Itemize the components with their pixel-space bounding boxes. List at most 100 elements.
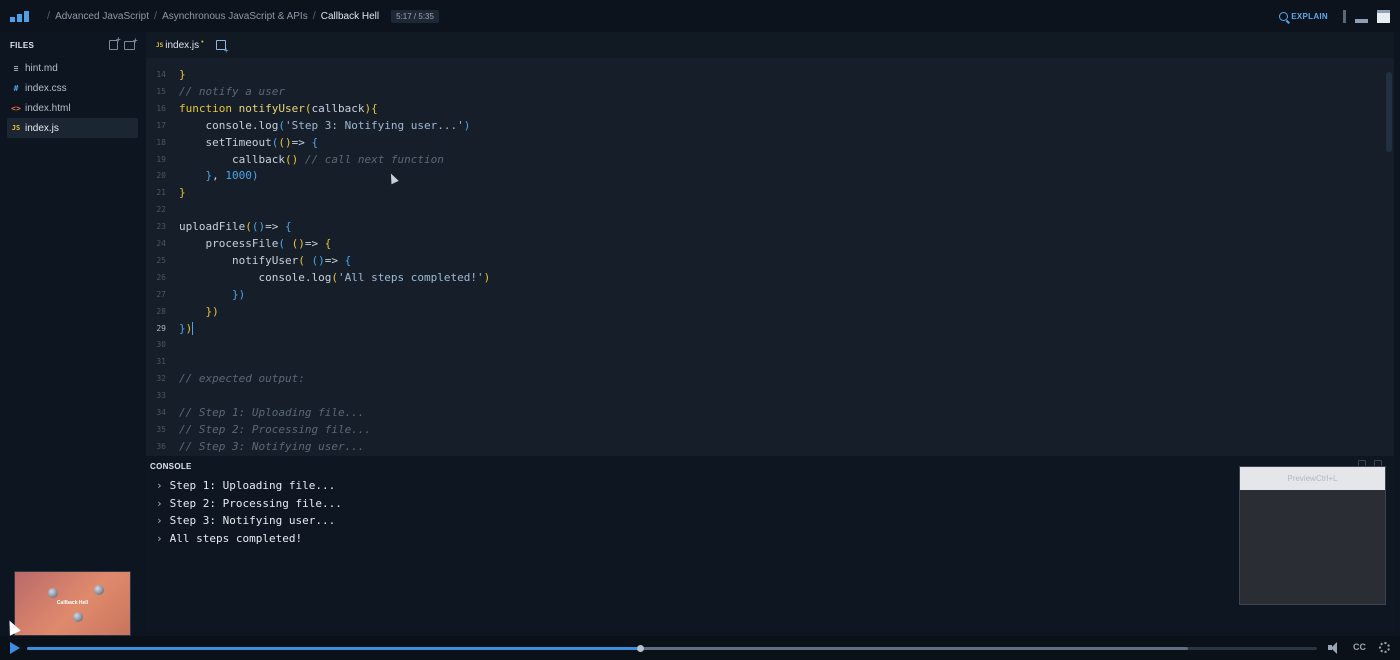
console-line: › Step 2: Processing file... [156, 495, 342, 512]
line-number: 37 [146, 455, 166, 456]
editor-scrollbar[interactable] [1386, 72, 1392, 452]
preview-panel[interactable]: PreviewCtrl+L [1239, 466, 1386, 605]
css-icon: # [13, 83, 19, 93]
editor-tab-bar: JS index.js • [146, 32, 1394, 58]
files-header: FILES [0, 32, 145, 58]
logo-icon[interactable] [10, 10, 32, 22]
code-text: } [179, 68, 186, 81]
html-icon: <> [11, 103, 21, 113]
preview-label[interactable]: PreviewCtrl+L [1240, 467, 1385, 490]
code-line[interactable]: 37// All steps completed! [146, 455, 166, 456]
code-text: console.log('Step 3: Notifying user...') [179, 118, 471, 132]
chevron-right-icon: › [156, 531, 163, 545]
line-number: 30 [156, 340, 166, 350]
code-line[interactable]: 33 [146, 387, 166, 404]
console-line-text: Step 3: Notifying user... [169, 514, 336, 527]
code-line[interactable]: 29}) [146, 320, 194, 337]
breadcrumb-module[interactable]: Asynchronous JavaScript & APIs [162, 11, 308, 22]
code-line[interactable]: 28 }) [146, 303, 218, 320]
code-line[interactable]: 35 // Step 2: Processing file... [146, 421, 371, 438]
line-number: 20 [156, 171, 166, 181]
progress-handle[interactable] [636, 645, 644, 652]
code-text: // All steps completed! [179, 455, 331, 456]
console-title: CONSOLE [150, 461, 192, 471]
console-line: › Step 1: Uploading file... [156, 477, 335, 494]
code-line[interactable]: 24 processFile( ()=> { [146, 235, 331, 252]
file-item-hint-md[interactable]: ≡ hint.md [7, 58, 138, 78]
console-line-text: Step 1: Uploading file... [169, 479, 336, 492]
breadcrumb-course[interactable]: Advanced JavaScript [55, 11, 149, 22]
files-title: FILES [10, 40, 35, 50]
search-icon [1279, 11, 1289, 21]
markdown-icon: ≡ [13, 63, 19, 73]
code-line[interactable]: 14} [146, 66, 185, 83]
console-line: › Step 3: Notifying user... [156, 512, 335, 529]
captions-button[interactable]: CC [1353, 642, 1366, 652]
layout-split-icon[interactable] [1355, 10, 1368, 23]
console-line-text: Step 2: Processing file... [169, 496, 342, 510]
file-item-index-html[interactable]: <> index.html [7, 98, 138, 118]
code-line[interactable]: 21} [146, 184, 185, 201]
code-line[interactable]: 32 // expected output: [146, 370, 304, 387]
explain-button[interactable]: EXPLAIN [1279, 11, 1328, 21]
line-number: 36 [156, 441, 166, 451]
code-line[interactable]: 16 function notifyUser(callback){ [146, 100, 377, 117]
volume-icon[interactable] [1328, 642, 1340, 654]
explain-label: EXPLAIN [1291, 11, 1328, 21]
code-line[interactable]: 22 [146, 201, 166, 218]
line-number: 22 [156, 205, 166, 215]
layout-sidebar-icon[interactable] [1343, 9, 1346, 23]
line-number: 32 [156, 374, 166, 384]
code-text: } [179, 186, 186, 200]
tab-index-js[interactable]: JS index.js • [152, 32, 208, 58]
file-name: index.js [25, 122, 59, 134]
add-file-icon[interactable] [215, 40, 229, 55]
line-number: 29 [156, 323, 166, 333]
new-file-icon[interactable] [109, 35, 121, 50]
unsaved-indicator: • [201, 38, 204, 46]
code-line[interactable]: 27 }) [146, 286, 245, 303]
code-text: // notify a user [179, 84, 285, 98]
code-area[interactable]: 14} 15 // notify a user 16 function notifyUs… [146, 58, 1394, 456]
video-thumbnail[interactable]: Callback Hell [14, 571, 131, 636]
file-item-index-js[interactable]: JS index.js [7, 118, 138, 138]
code-line[interactable]: 19 callback() // call next function [146, 151, 444, 168]
app-window: / Advanced JavaScript / Asynchronous Jav… [0, 0, 1400, 660]
chevron-right-icon: › [156, 479, 163, 492]
js-icon: JS [11, 124, 21, 132]
code-text: console.log('All steps completed!') [179, 270, 491, 284]
new-folder-icon[interactable] [124, 36, 138, 50]
line-number: 14 [156, 70, 166, 79]
top-bar: / Advanced JavaScript / Asynchronous Jav… [0, 0, 1400, 32]
line-number: 19 [156, 154, 166, 164]
code-text: }) [179, 287, 246, 301]
code-line[interactable]: 17 console.log('Step 3: Notifying user..… [146, 117, 470, 134]
text-caret [192, 322, 194, 335]
code-line[interactable]: 18 setTimeout(()=> { [146, 134, 318, 151]
breadcrumb-lesson: Callback Hell [320, 10, 380, 22]
tab-filename: index.js [165, 39, 200, 51]
chevron-right-icon: › [156, 514, 163, 527]
code-line[interactable]: 25 notifyUser( ()=> { [146, 252, 351, 269]
play-icon[interactable] [10, 642, 20, 654]
layout-full-icon[interactable] [1377, 9, 1390, 23]
file-item-index-css[interactable]: # index.css [7, 78, 138, 98]
code-line[interactable]: 23 uploadFile(()=> { [146, 218, 291, 235]
code-line[interactable]: 31 [146, 353, 166, 370]
code-line[interactable]: 15 // notify a user [146, 83, 285, 100]
line-number: 34 [156, 408, 166, 417]
file-name: hint.md [25, 62, 58, 74]
file-name: index.html [25, 102, 71, 114]
line-number: 16 [156, 103, 166, 113]
code-text: }, 1000) [179, 169, 259, 183]
code-line[interactable]: 34 // Step 1: Uploading file... [146, 404, 364, 421]
gear-icon[interactable] [1379, 642, 1390, 653]
code-line[interactable]: 20 }, 1000) [146, 167, 258, 184]
code-line[interactable]: 36 // Step 3: Notifying user... [146, 438, 364, 455]
code-line[interactable]: 26 console.log('All steps completed!') [146, 269, 490, 286]
code-line[interactable]: 30 [146, 336, 166, 353]
file-list: ≡ hint.md # index.css <> index.html JS index.js [0, 58, 145, 138]
line-number: 24 [156, 239, 166, 248]
progress-track[interactable] [27, 645, 1317, 652]
code-text: callback() // call next function [179, 152, 444, 166]
